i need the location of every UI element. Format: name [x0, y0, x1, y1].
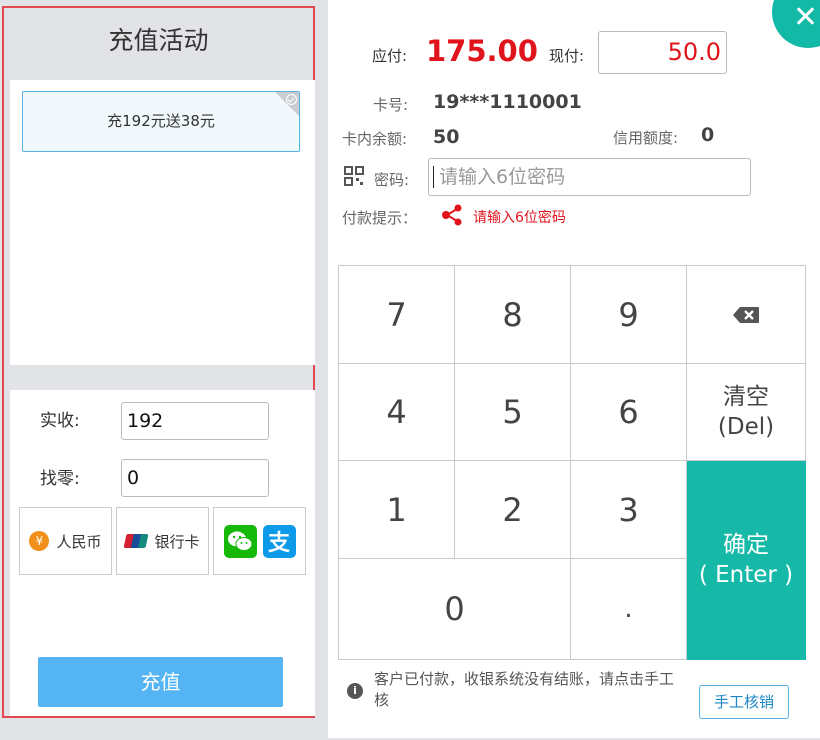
close-button[interactable] [772, 0, 820, 48]
change-input[interactable]: 0 [121, 459, 269, 497]
due-amount: 175.00 [426, 34, 538, 68]
payment-hint-label: 付款提示： [342, 209, 418, 227]
cash-label: 人民币 [56, 532, 102, 551]
text-caret [433, 166, 434, 188]
clear-key-shortcut: (Del) [717, 414, 775, 440]
balance-label: 卡内余额: [342, 130, 408, 148]
key-7[interactable]: 7 [339, 266, 455, 364]
key-0[interactable]: 0 [339, 559, 571, 660]
password-placeholder: 请输入6位密码 [439, 166, 566, 188]
mobile-payment-button[interactable]: 支 [213, 507, 306, 575]
share-icon [442, 204, 462, 226]
key-decimal[interactable]: . [571, 559, 687, 660]
paid-label: 现付: [549, 47, 585, 65]
alipay-icon: 支 [262, 524, 296, 558]
change-label: 找零: [40, 469, 80, 489]
info-icon: i [347, 683, 363, 699]
numeric-keypad: 7 8 9 4 5 6 清空 (Del) 1 2 3 0 . 确定 ( Ente… [338, 265, 806, 660]
backspace-icon [733, 306, 759, 323]
backspace-key[interactable] [687, 266, 806, 364]
password-input[interactable]: 请输入6位密码 [428, 158, 751, 196]
key-5[interactable]: 5 [455, 364, 571, 461]
balance-value: 50 [433, 126, 460, 148]
cash-payment-button[interactable]: ¥ 人民币 [19, 507, 112, 575]
card-number: 19***1110001 [433, 91, 582, 113]
checkout-panel: 应付: 175.00 现付: 50.0 卡号: 19***1110001 卡内余… [328, 0, 820, 738]
key-1[interactable]: 1 [339, 461, 455, 559]
key-4[interactable]: 4 [339, 364, 455, 461]
wechat-icon [223, 524, 257, 558]
bank-card-payment-button[interactable]: 银行卡 [116, 507, 209, 575]
credit-label: 信用额度: [613, 129, 679, 147]
key-8[interactable]: 8 [455, 266, 571, 364]
password-label: 密码: [374, 171, 410, 189]
yuan-coin-icon: ¥ [29, 531, 50, 551]
clear-key[interactable]: 清空 (Del) [687, 364, 806, 461]
panel-title: 充值活动 [108, 26, 209, 55]
promotion-item[interactable]: 充192元送38元 [22, 91, 300, 152]
payment-section: 实收: 192 找零: 0 ¥ 人民币 银行卡 支 充值 [10, 390, 315, 716]
confirm-key-label: 确定 [723, 532, 769, 558]
received-input[interactable]: 192 [121, 402, 269, 440]
key-9[interactable]: 9 [571, 266, 687, 364]
paid-amount-input[interactable]: 50.0 [598, 31, 727, 74]
promotion-list: 充192元送38元 [10, 80, 315, 365]
received-label: 实收: [40, 411, 80, 431]
key-2[interactable]: 2 [455, 461, 571, 559]
check-circle-icon [286, 94, 297, 105]
manual-verify-button[interactable]: 手工核销 [699, 685, 789, 719]
confirm-enter-key[interactable]: 确定 ( Enter ) [687, 461, 806, 660]
key-6[interactable]: 6 [571, 364, 687, 461]
card-number-label: 卡号: [373, 96, 409, 114]
due-label: 应付: [372, 47, 408, 65]
clear-key-label: 清空 [723, 384, 769, 410]
close-icon [792, 3, 818, 29]
unionpay-icon [123, 534, 149, 548]
payment-hint-message: 请输入6位密码 [473, 210, 566, 226]
recharge-button[interactable]: 充值 [38, 657, 283, 707]
qr-code-icon[interactable] [344, 166, 364, 186]
recharge-activity-panel: 充值活动 充192元送38元 实收: 192 找零: 0 ¥ 人民币 银行卡 支… [0, 0, 320, 740]
bank-card-label: 银行卡 [154, 532, 200, 551]
key-3[interactable]: 3 [571, 461, 687, 559]
promotion-label: 充192元送38元 [107, 112, 215, 130]
confirm-key-shortcut: ( Enter ) [698, 562, 794, 588]
credit-value: 0 [701, 124, 715, 146]
manual-verify-note: 客户已付款，收银系统没有结账，请点击手工核 [374, 670, 675, 709]
